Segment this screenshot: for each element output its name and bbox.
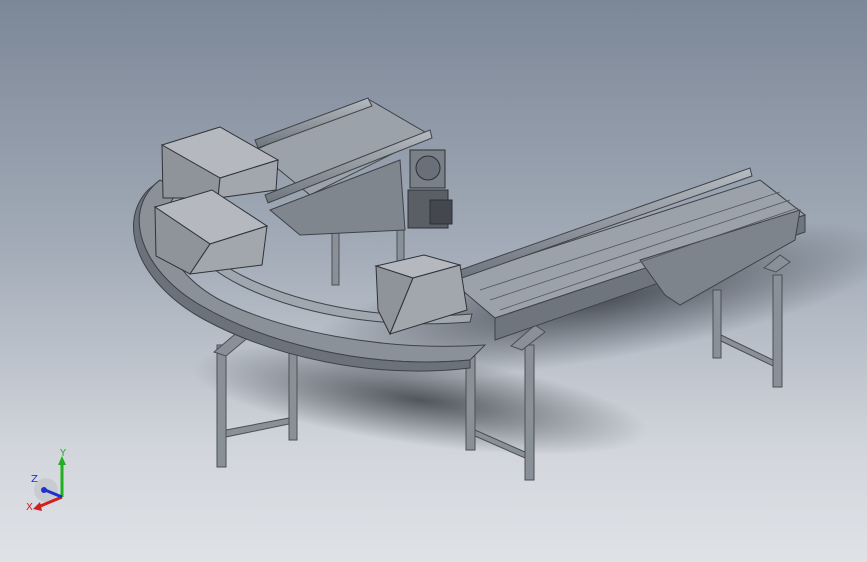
x-axis-arrow [33, 502, 42, 511]
axis-triad: Y X Z [26, 448, 67, 513]
z-axis-arrow [41, 487, 47, 493]
z-axis-label: Z [31, 474, 38, 485]
straight-section-back [254, 97, 433, 236]
cad-viewport[interactable]: Y X Z [0, 0, 867, 562]
drive-motor [407, 149, 453, 229]
y-axis-label: Y [59, 448, 67, 459]
x-axis-label: X [26, 502, 33, 513]
conveyor-model[interactable]: Y X Z [0, 0, 867, 562]
